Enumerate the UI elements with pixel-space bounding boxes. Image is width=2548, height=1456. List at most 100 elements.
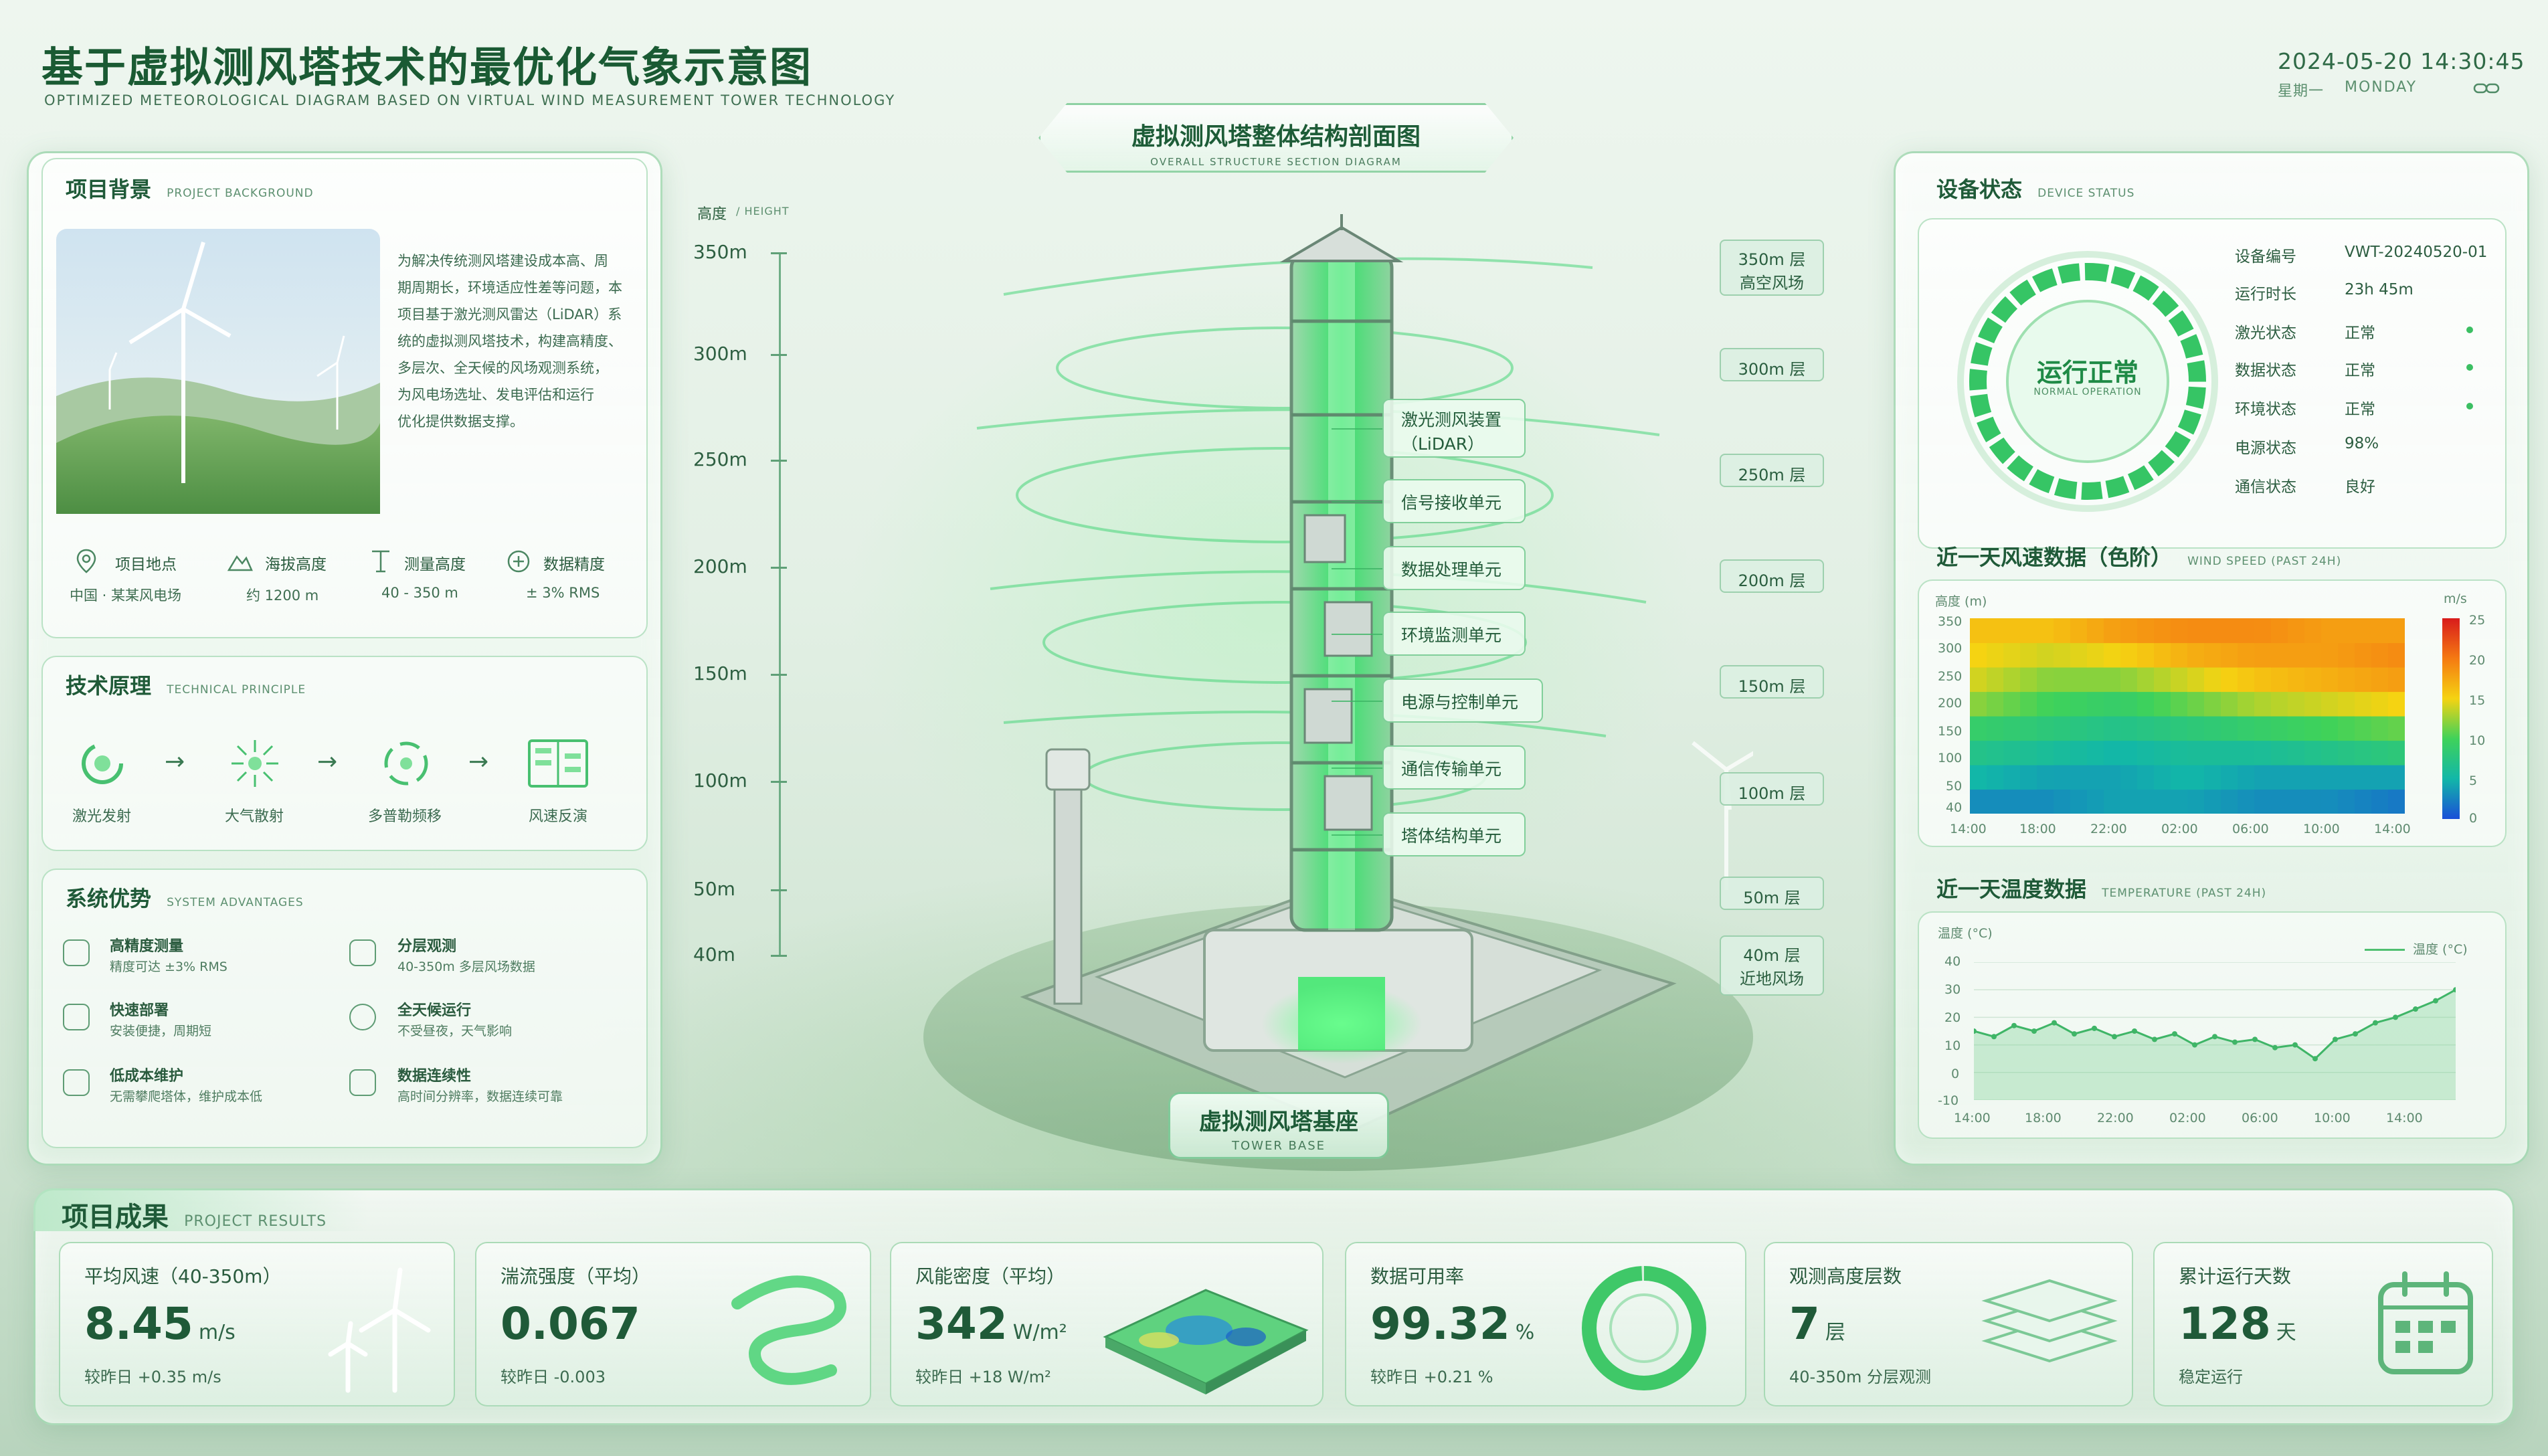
heatmap-cell: [2054, 765, 2071, 790]
result-card-wind-speed[interactable]: 平均风速（40-350m） 8.45 m/s 较昨日 +0.35 m/s: [59, 1242, 455, 1406]
temp-point: [2393, 1014, 2398, 1020]
result-card-note: 稳定运行: [2179, 1368, 2243, 1386]
advantage-title: 高精度测量: [110, 938, 184, 955]
layer-label-40[interactable]: 40m 层 近地风场: [1720, 935, 1824, 996]
result-card-title: 数据可用率: [1370, 1265, 1465, 1287]
heatmap-cell: [2321, 789, 2339, 814]
heatmap-cell: [2154, 789, 2171, 814]
layer-label-300[interactable]: 300m 层: [1720, 348, 1824, 381]
result-card-energy-density[interactable]: 风能密度（平均） 342 W/m² 较昨日 +18 W/m²: [890, 1242, 1324, 1406]
heatmap-cell: [2054, 667, 2071, 693]
layer-label-350[interactable]: 350m 层 高空风场: [1720, 240, 1824, 296]
heatmap-cell: [2070, 789, 2088, 814]
arrow-right-icon: →: [165, 748, 185, 776]
heatmap-ytick: 200: [1938, 696, 1963, 711]
heatmap-cell: [2171, 667, 2188, 693]
heatmap-cell: [2003, 642, 2021, 668]
link-icon[interactable]: [2473, 80, 2500, 96]
wind-speed-heatmap: [1970, 618, 2405, 814]
heatmap-cell: [2204, 618, 2221, 644]
result-card-run-days[interactable]: 累计运行天数 128 天 稳定运行: [2153, 1242, 2493, 1406]
heatmap-cell: [2037, 667, 2054, 693]
result-card-title: 观测高度层数: [1789, 1265, 1902, 1287]
temp-xtick: 14:00: [2386, 1111, 2423, 1125]
arrow-right-icon: →: [317, 748, 338, 776]
result-card-layers[interactable]: 观测高度层数 7层 40-350m 分层观测: [1764, 1242, 2133, 1406]
temp-ytick: 40: [1944, 954, 1961, 969]
stat-value: 约 1200 m: [246, 587, 319, 604]
heatmap-cell: [2003, 716, 2021, 741]
temp-ytick: 30: [1944, 982, 1961, 997]
stat-value: ± 3% RMS: [526, 585, 600, 601]
component-label-communication[interactable]: 通信传输单元: [1382, 745, 1526, 790]
component-label-processing[interactable]: 数据处理单元: [1382, 546, 1526, 590]
heatmap-xtick: 18:00: [2019, 822, 2056, 836]
device-row-value: 良好: [2345, 478, 2375, 496]
axis-tick-label: 100m: [693, 769, 747, 792]
clock-icon: [349, 1004, 376, 1030]
heatmap-cell: [2154, 716, 2171, 741]
heatmap-cell: [2238, 789, 2255, 814]
wind-turbine-icon: [328, 1267, 431, 1393]
temp-point: [2072, 1031, 2077, 1037]
result-card-turbulence[interactable]: 湍流强度（平均） 0.067 较昨日 -0.003: [475, 1242, 871, 1406]
heatmap-cell: [2187, 642, 2205, 668]
component-label-lidar[interactable]: 激光测风装置 （LiDAR）: [1382, 399, 1526, 458]
heatmap-cell: [2371, 716, 2389, 741]
section-title: 技术原理: [66, 673, 152, 699]
temp-legend-label: 温度 (°C): [2413, 942, 2468, 957]
result-card-value: 128 天: [2179, 1298, 2296, 1350]
axis-tick-label: 300m: [693, 343, 747, 365]
result-card-note: 较昨日 +0.35 m/s: [84, 1368, 221, 1386]
ring-gauge-icon: [1582, 1266, 1706, 1390]
temp-point: [2333, 1036, 2338, 1042]
background-text-line: 优化提供数据支撑。: [397, 414, 524, 430]
section-title-en: TECHNICAL PRINCIPLE: [167, 683, 306, 697]
background-text-line: 项目基于激光测风雷达（LiDAR）系: [397, 306, 622, 323]
layer-label-150[interactable]: 150m 层: [1720, 665, 1824, 699]
heatmap-cell: [1987, 789, 2004, 814]
heatmap-cell: [2321, 716, 2339, 741]
section-title: 系统优势: [66, 886, 152, 911]
center-subtitle: OVERALL STRUCTURE SECTION DIAGRAM: [1150, 156, 1402, 168]
axis-tick: [771, 674, 787, 676]
heatmap-cell: [2221, 618, 2238, 644]
axis-tick: [771, 567, 787, 569]
heatmap-cell: [2321, 765, 2339, 790]
heatmap-cell: [1987, 691, 2004, 717]
axis-tick-label: 250m: [693, 448, 747, 470]
heatmap-cell: [2388, 765, 2405, 790]
component-connector: [1332, 767, 1382, 769]
layer-label-100[interactable]: 100m 层: [1720, 772, 1824, 806]
temp-point: [2152, 1036, 2157, 1042]
component-label-power[interactable]: 电源与控制单元: [1382, 678, 1543, 723]
advantage-desc: 40-350m 多层风场数据: [397, 960, 535, 974]
center-title: 虚拟测风塔整体结构剖面图: [1131, 123, 1421, 151]
result-card-availability[interactable]: 数据可用率 99.32% 较昨日 +0.21 %: [1345, 1242, 1746, 1406]
layer-label-250[interactable]: 250m 层: [1720, 454, 1824, 487]
deploy-icon: [63, 1004, 90, 1030]
heatmap-cell: [1970, 716, 1987, 741]
heatmap-cell: [2204, 789, 2221, 814]
component-label-environment[interactable]: 环境监测单元: [1382, 612, 1526, 656]
heatmap-cell: [2120, 789, 2138, 814]
heatmap-cell: [2104, 618, 2121, 644]
axis-tick: [771, 354, 787, 356]
data-continuity-icon: [349, 1069, 376, 1096]
device-row-label: 数据状态: [2235, 362, 2296, 379]
layer-label-50[interactable]: 50m 层: [1720, 877, 1824, 910]
layer-label-200[interactable]: 200m 层: [1720, 559, 1824, 593]
device-row-label: 通信状态: [2235, 478, 2296, 496]
maintenance-icon: [63, 1069, 90, 1096]
result-value-unit: 层: [1825, 1321, 1845, 1344]
component-label-structure[interactable]: 塔体结构单元: [1382, 812, 1526, 856]
heatmap-cell: [2355, 691, 2372, 717]
device-status-heading: 设备状态 DEVICE STATUS: [1936, 173, 2134, 203]
heatmap-cell: [2321, 642, 2339, 668]
heatmap-cell: [2171, 691, 2188, 717]
tower-base-label[interactable]: 虚拟测风塔基座 TOWER BASE: [1168, 1092, 1389, 1159]
component-label-signal[interactable]: 信号接收单元: [1382, 479, 1526, 523]
heatmap-cell: [2171, 642, 2188, 668]
device-row-value: 正常: [2345, 325, 2375, 342]
heatmap-cell: [2154, 642, 2171, 668]
